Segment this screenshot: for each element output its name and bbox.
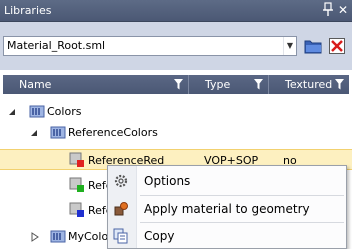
library-folder-icon <box>50 230 66 243</box>
panel-title-bar: Libraries ✕ <box>0 0 352 22</box>
chevron-down-icon[interactable]: ▼ <box>283 37 296 55</box>
tree-label: Colors <box>47 105 82 118</box>
menu-item-options[interactable]: Options <box>108 168 346 194</box>
filter-icon[interactable] <box>254 79 263 90</box>
tree-label: MyColo <box>68 230 109 243</box>
tree-label: ReferenceColors <box>68 126 158 139</box>
column-header-textured[interactable]: Textured <box>269 75 349 94</box>
tree-row-colors[interactable]: Colors <box>0 101 352 122</box>
column-header-name[interactable]: Name <box>3 75 189 94</box>
gear-icon <box>114 174 128 188</box>
apply-material-icon <box>114 202 128 216</box>
context-menu: Options Apply material to geometry Copy <box>107 165 347 249</box>
close-icon[interactable]: ✕ <box>338 1 348 19</box>
library-select[interactable]: Material_Root.sml ▼ <box>3 36 297 56</box>
copy-icon <box>113 228 128 244</box>
material-red-icon <box>69 152 84 167</box>
library-folder-icon <box>50 126 66 139</box>
menu-item-apply-material[interactable]: Apply material to geometry <box>108 196 346 222</box>
delete-icon[interactable] <box>328 37 346 55</box>
column-header-type[interactable]: Type <box>189 75 269 94</box>
grid-header: Name Type Textured <box>3 75 349 94</box>
folder-open-icon[interactable] <box>304 37 322 55</box>
collapse-arrow-icon[interactable] <box>29 128 39 138</box>
panel-title: Libraries <box>4 4 52 17</box>
tree-row-reference-colors[interactable]: ReferenceColors <box>0 122 352 143</box>
material-green-icon <box>69 177 84 192</box>
library-folder-icon <box>29 105 45 118</box>
collapse-arrow-icon[interactable] <box>7 107 17 117</box>
pin-icon[interactable] <box>322 2 334 18</box>
filter-icon[interactable] <box>174 79 183 90</box>
material-blue-icon <box>69 202 84 217</box>
filter-icon[interactable] <box>335 79 344 90</box>
library-toolbar: Material_Root.sml ▼ <box>0 22 352 70</box>
expand-arrow-icon[interactable] <box>30 232 40 242</box>
menu-item-copy[interactable]: Copy <box>108 223 346 249</box>
library-select-value: Material_Root.sml <box>7 39 106 52</box>
